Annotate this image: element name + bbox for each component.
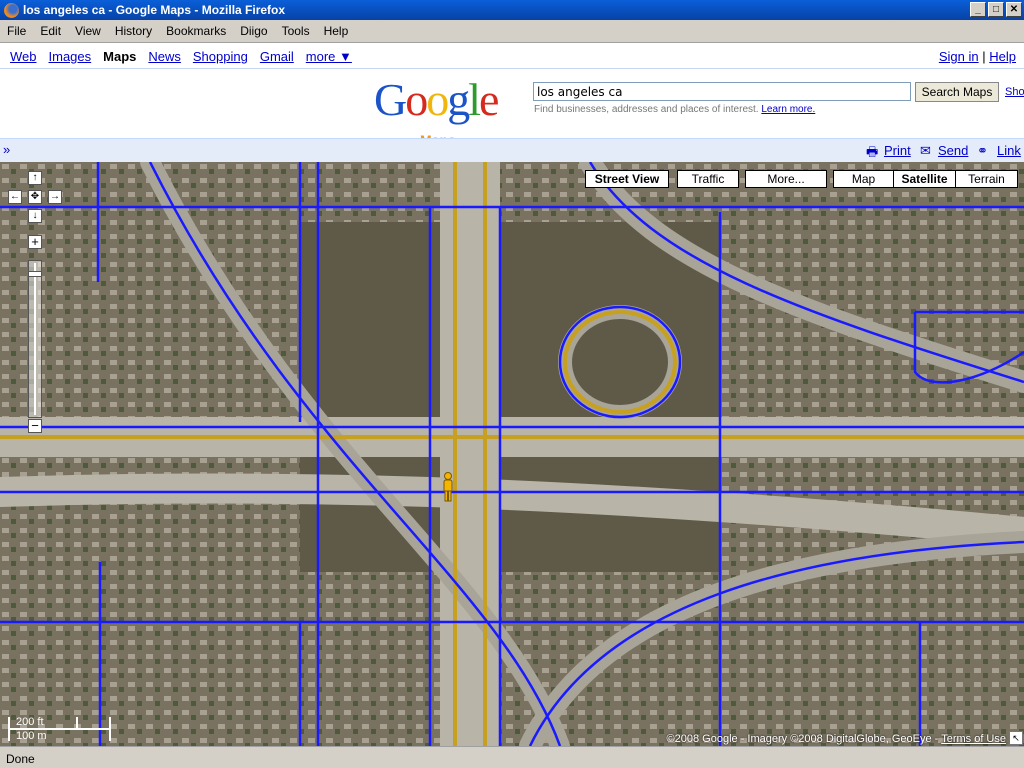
learn-more-link[interactable]: Learn more. — [761, 104, 815, 115]
firefox-icon — [4, 2, 19, 18]
map-type-terrain-button[interactable]: Terrain — [955, 170, 1018, 188]
menu-file[interactable]: File — [7, 24, 26, 38]
page-content: Web Images Maps News Shopping Gmail more… — [0, 43, 1024, 746]
link-link[interactable]: Link — [997, 143, 1021, 158]
maximize-button[interactable]: □ — [988, 2, 1004, 17]
google-maps-logo[interactable]: Google Maps — [374, 75, 499, 149]
link-bar: » 🖶 Print ✉ Send ⚭ Link — [0, 138, 1024, 162]
hint-text: Find businesses, addresses and places of… — [534, 104, 759, 115]
window-title: los angeles ca - Google Maps - Mozilla F… — [23, 3, 286, 17]
terms-of-use-link[interactable]: Terms of Use — [941, 733, 1006, 745]
gbar-shopping[interactable]: Shopping — [193, 49, 248, 64]
send-link[interactable]: Send — [938, 143, 968, 158]
gbar-web[interactable]: Web — [10, 49, 37, 64]
gbar-news[interactable]: News — [148, 49, 181, 64]
search-maps-button[interactable]: Search Maps — [915, 82, 999, 102]
scale-m: 100 m — [16, 730, 47, 742]
scale-bar: 200 ft 100 m — [8, 716, 112, 742]
gbar-images[interactable]: Images — [49, 49, 92, 64]
pan-down-icon[interactable]: ↓ — [28, 209, 42, 223]
print-link[interactable]: Print — [884, 143, 911, 158]
pan-left-icon[interactable]: ← — [8, 190, 22, 204]
zoom-slider[interactable] — [28, 260, 42, 418]
google-bar: Web Images Maps News Shopping Gmail more… — [10, 49, 352, 64]
zoom-slider-handle[interactable] — [28, 271, 42, 277]
zoom-in-icon[interactable]: + — [28, 235, 42, 249]
overview-map-toggle-icon[interactable]: ↖ — [1009, 731, 1023, 745]
gbar-gmail[interactable]: Gmail — [260, 49, 294, 64]
menu-view[interactable]: View — [75, 24, 101, 38]
chain-link-icon: ⚭ — [977, 143, 988, 158]
traffic-button[interactable]: Traffic — [677, 170, 739, 188]
menu-bookmarks[interactable]: Bookmarks — [166, 24, 226, 38]
satellite-imagery — [0, 162, 1024, 746]
gbar-more[interactable]: more ▼ — [306, 49, 352, 64]
envelope-icon: ✉ — [920, 143, 931, 158]
status-text: Done — [6, 752, 35, 766]
map-type-satellite-button[interactable]: Satellite — [893, 170, 956, 188]
help-link[interactable]: Help — [989, 49, 1016, 64]
menu-help[interactable]: Help — [324, 24, 349, 38]
close-button[interactable]: ✕ — [1006, 2, 1022, 17]
pan-center-icon[interactable]: ✥ — [28, 190, 42, 204]
menu-diigo[interactable]: Diigo — [240, 24, 267, 38]
map-canvas[interactable]: Street View Traffic More... Map Satellit… — [0, 162, 1024, 746]
map-type-map-button[interactable]: Map — [833, 170, 894, 188]
copyright-notice: ©2008 Google - Imagery ©2008 DigitalGlob… — [667, 733, 1006, 745]
gbar-maps: Maps — [103, 49, 137, 64]
street-view-button[interactable]: Street View — [585, 170, 669, 188]
divider — [0, 68, 1024, 69]
status-bar: Done — [0, 746, 1024, 768]
pegman-icon[interactable] — [441, 472, 455, 502]
more-layers-button[interactable]: More... — [745, 170, 827, 188]
scale-ft: 200 ft — [16, 716, 44, 728]
copyright-text: ©2008 Google - Imagery ©2008 DigitalGlob… — [666, 733, 939, 745]
window-titlebar: los angeles ca - Google Maps - Mozilla F… — [0, 0, 1024, 20]
collapse-panel-button[interactable]: » — [3, 142, 10, 157]
menu-bar: File Edit View History Bookmarks Diigo T… — [0, 20, 1024, 43]
pan-right-icon[interactable]: → — [48, 190, 62, 204]
search-input[interactable] — [533, 82, 911, 101]
zoom-out-icon[interactable]: − — [28, 419, 42, 433]
menu-tools[interactable]: Tools — [282, 24, 310, 38]
minimize-button[interactable]: _ — [970, 2, 986, 17]
pan-up-icon[interactable]: ↑ — [28, 171, 42, 185]
sign-in-link[interactable]: Sign in — [939, 49, 979, 64]
search-hint: Find businesses, addresses and places of… — [534, 104, 815, 115]
menu-edit[interactable]: Edit — [40, 24, 61, 38]
separator: | — [982, 49, 986, 64]
show-options-link[interactable]: Sho — [1005, 86, 1024, 98]
menu-history[interactable]: History — [115, 24, 152, 38]
